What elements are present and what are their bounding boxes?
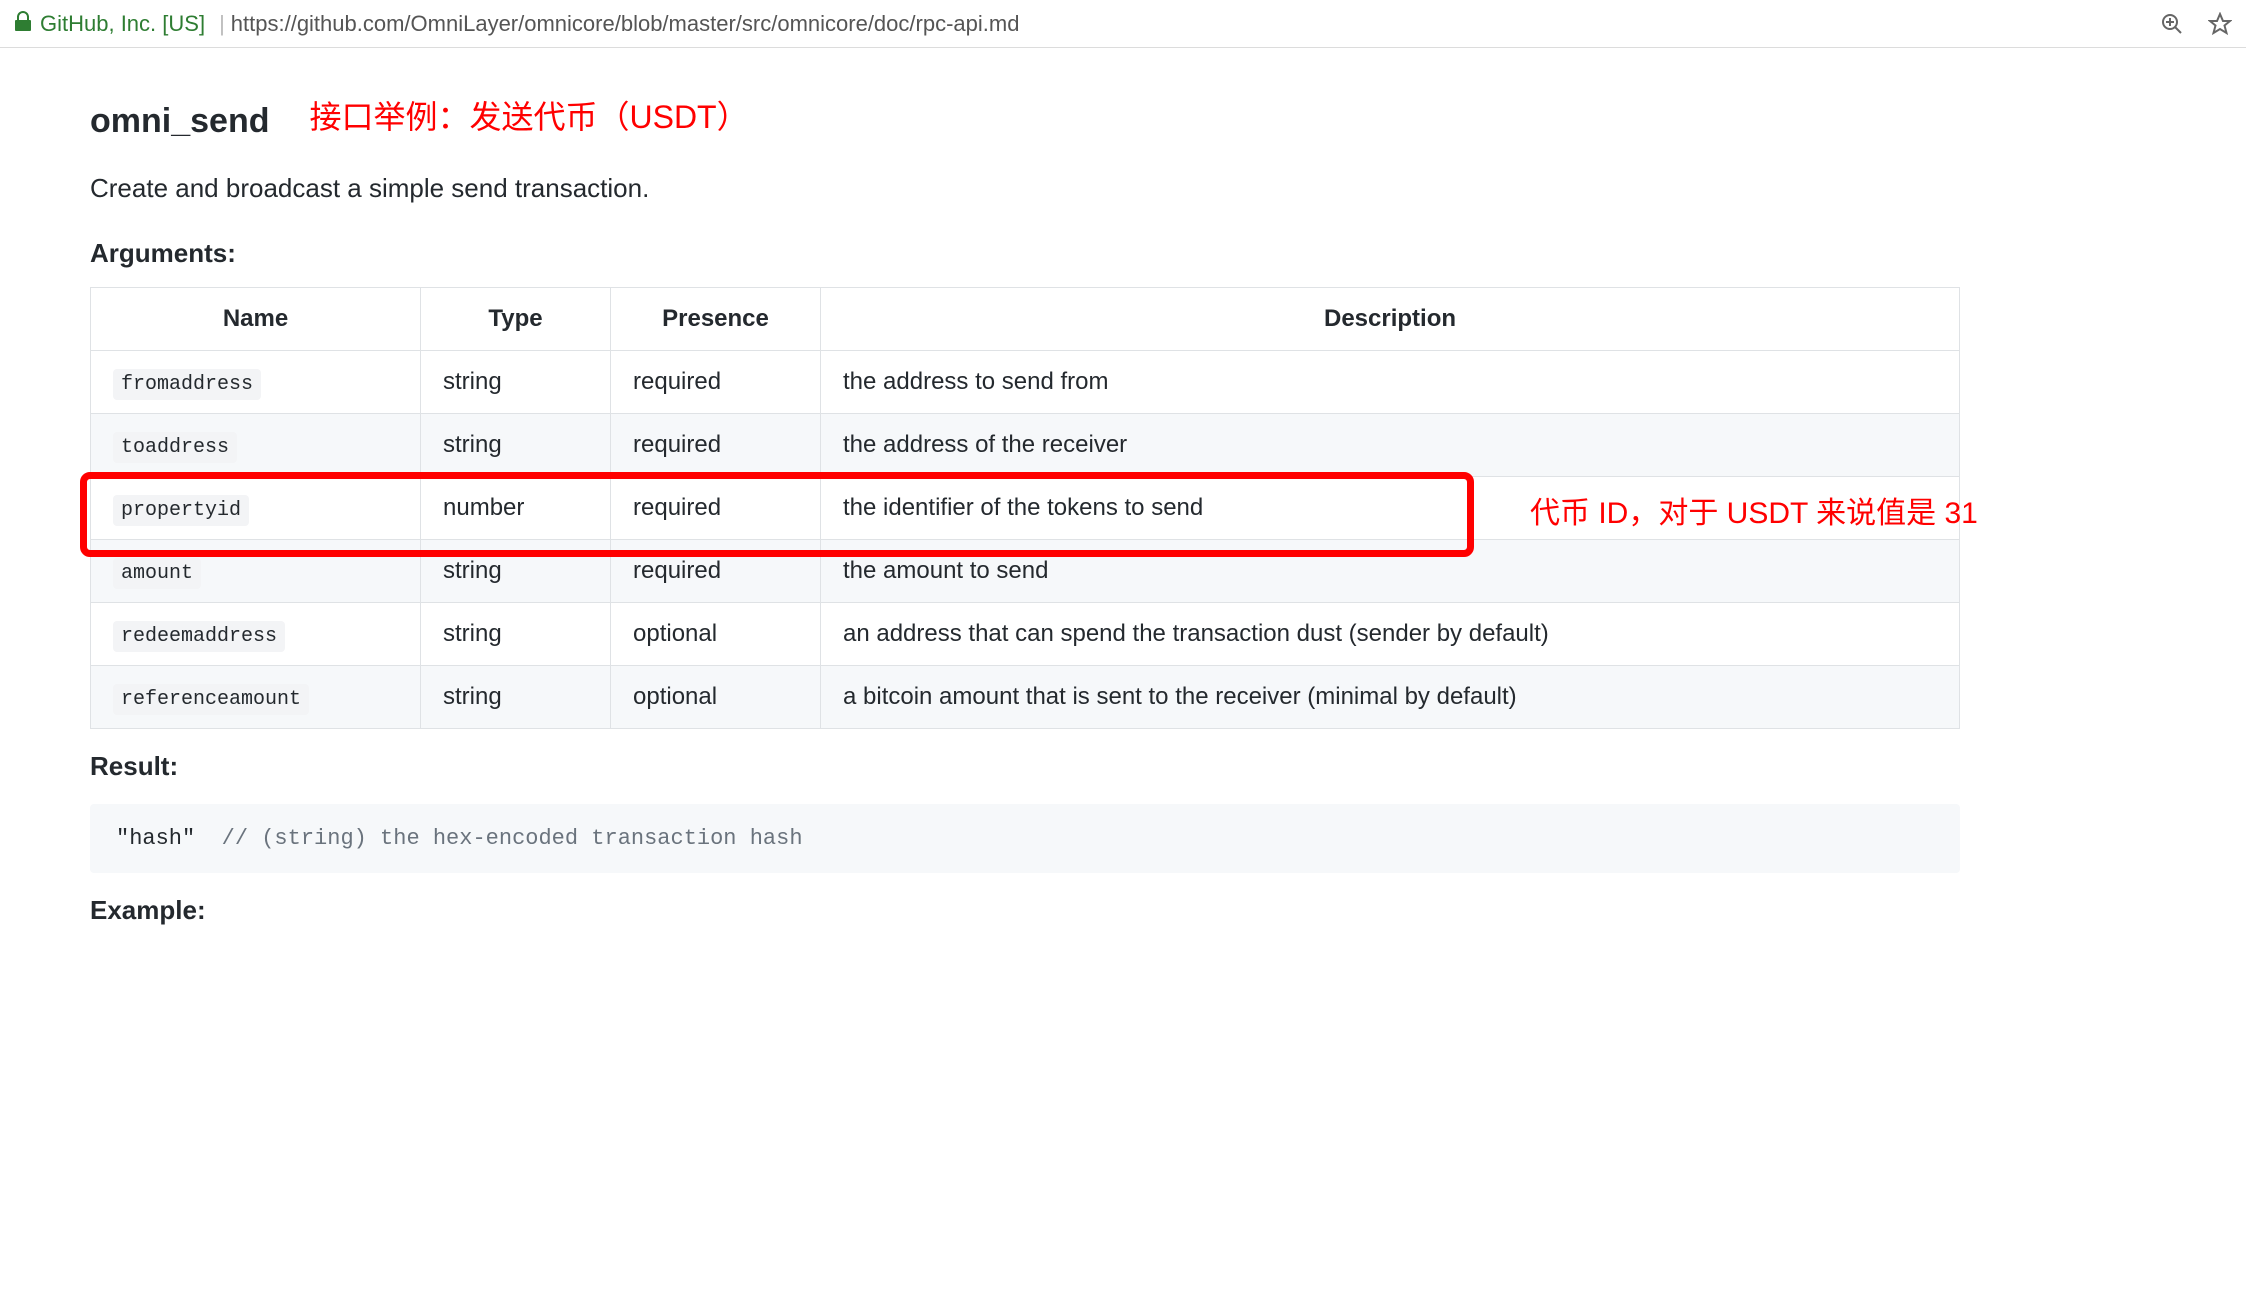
arg-presence: optional <box>611 665 821 728</box>
table-header-row: Name Type Presence Description <box>91 288 1960 351</box>
col-description: Description <box>821 288 1960 351</box>
col-presence: Presence <box>611 288 821 351</box>
table-row: fromaddress string required the address … <box>91 350 1960 413</box>
arg-type: number <box>421 476 611 539</box>
table-row: amount string required the amount to sen… <box>91 539 1960 602</box>
arg-presence: required <box>611 539 821 602</box>
arg-name: fromaddress <box>113 369 261 400</box>
address-bar-left: GitHub, Inc. [US] | https://github.com/O… <box>14 11 2160 37</box>
arg-presence: required <box>611 350 821 413</box>
annotation-side-note: 代币 ID，对于 USDT 来说值是 31 <box>1530 488 1978 532</box>
arg-desc: the address to send from <box>821 350 1960 413</box>
arg-type: string <box>421 413 611 476</box>
arg-desc: the amount to send <box>821 539 1960 602</box>
result-spacer <box>195 826 221 851</box>
arg-presence: required <box>611 476 821 539</box>
arg-presence: required <box>611 413 821 476</box>
arg-type: string <box>421 539 611 602</box>
arguments-table-wrap: Name Type Presence Description fromaddre… <box>90 287 2110 729</box>
arg-desc: the address of the receiver <box>821 413 1960 476</box>
api-description: Create and broadcast a simple send trans… <box>90 169 2110 208</box>
arguments-label: Arguments: <box>90 238 2110 269</box>
example-label: Example: <box>90 895 2110 926</box>
arg-type: string <box>421 665 611 728</box>
heading-row: omni_send 接口举例：发送代币（USDT） <box>90 78 2110 151</box>
divider: | <box>219 11 225 37</box>
api-method-name: omni_send <box>90 102 269 141</box>
arg-desc: an address that can spend the transactio… <box>821 602 1960 665</box>
page-url[interactable]: https://github.com/OmniLayer/omnicore/bl… <box>231 11 1020 37</box>
arg-name: propertyid <box>113 495 249 526</box>
result-label: Result: <box>90 751 2110 782</box>
arg-name: redeemaddress <box>113 621 285 652</box>
arg-name: toaddress <box>113 432 237 463</box>
arg-name: referenceamount <box>113 684 309 715</box>
address-bar-right <box>2160 12 2232 36</box>
browser-address-bar: GitHub, Inc. [US] | https://github.com/O… <box>0 0 2246 48</box>
arg-desc: a bitcoin amount that is sent to the rec… <box>821 665 1960 728</box>
result-comment: // (string) the hex-encoded transaction … <box>222 826 803 851</box>
star-icon[interactable] <box>2208 12 2232 36</box>
arg-presence: optional <box>611 602 821 665</box>
arg-type: string <box>421 602 611 665</box>
col-type: Type <box>421 288 611 351</box>
table-row: toaddress string required the address of… <box>91 413 1960 476</box>
result-value: "hash" <box>116 826 195 851</box>
lock-icon <box>14 11 32 37</box>
table-row: referenceamount string optional a bitcoi… <box>91 665 1960 728</box>
zoom-icon[interactable] <box>2160 12 2184 36</box>
annotation-title: 接口举例：发送代币（USDT） <box>309 92 748 138</box>
arg-type: string <box>421 350 611 413</box>
result-code-block: "hash" // (string) the hex-encoded trans… <box>90 804 1960 873</box>
arg-name: amount <box>113 558 201 589</box>
document-content: omni_send 接口举例：发送代币（USDT） Create and bro… <box>0 48 2200 984</box>
site-identity: GitHub, Inc. [US] <box>40 11 205 37</box>
col-name: Name <box>91 288 421 351</box>
table-row: redeemaddress string optional an address… <box>91 602 1960 665</box>
